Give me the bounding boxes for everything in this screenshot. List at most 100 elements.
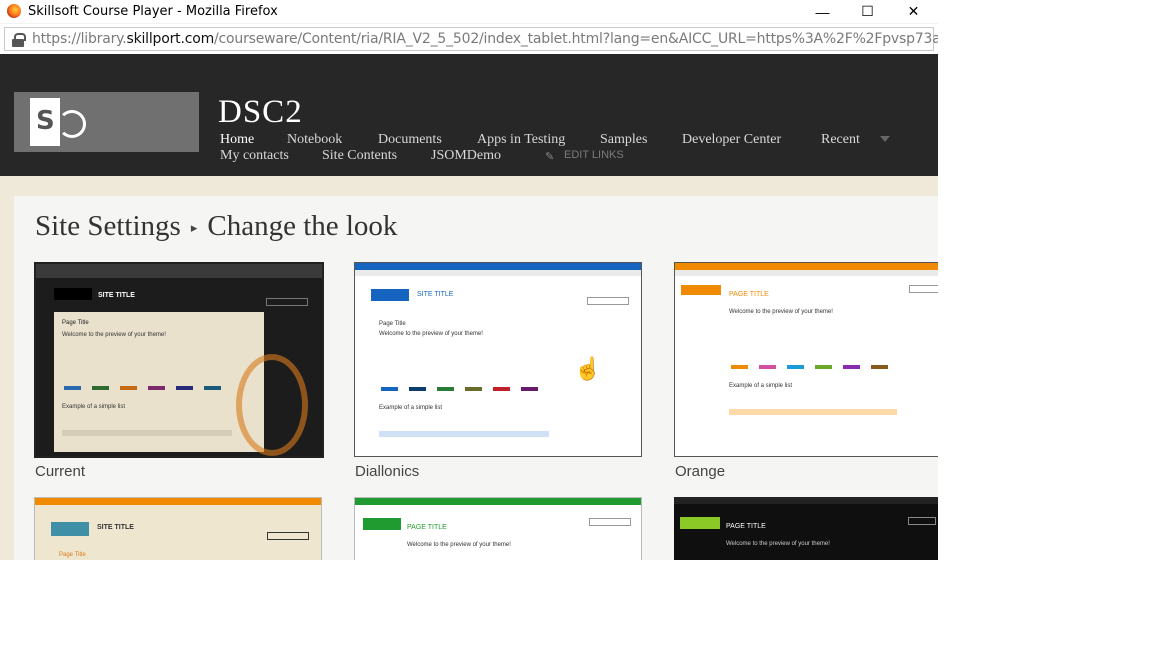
- nav-jsomdemo[interactable]: JSOMDemo: [431, 148, 501, 164]
- breadcrumb-parent[interactable]: Site Settings: [35, 210, 181, 242]
- nav-notebook[interactable]: Notebook: [287, 132, 342, 148]
- thumb-swatch: [148, 386, 165, 390]
- theme-name-current[interactable]: Current: [35, 463, 85, 480]
- breadcrumb: Site Settings ▸ Change the look: [35, 210, 397, 243]
- thumb-logo: [680, 517, 720, 529]
- minimize-button[interactable]: —: [800, 0, 845, 23]
- thumb-swatch: [204, 386, 221, 390]
- theme-name-orange[interactable]: Orange: [675, 463, 725, 480]
- thumb-welcome: Welcome to the preview of your theme!: [407, 542, 511, 548]
- maximize-button[interactable]: ☐: [845, 0, 890, 23]
- address-bar[interactable]: https://library.skillport.com/courseware…: [0, 24, 938, 54]
- share-icon: [58, 110, 86, 138]
- thumb-topbar: [674, 497, 938, 504]
- thumb-subbar: [675, 270, 938, 276]
- nav-my-contacts[interactable]: My contacts: [220, 148, 289, 164]
- thumb-search: [266, 298, 308, 306]
- thumb-search: [908, 517, 936, 525]
- nav-samples[interactable]: Samples: [600, 132, 647, 148]
- thumb-logo: [54, 288, 92, 300]
- thumb-topbar: [355, 263, 641, 270]
- nav-site-contents[interactable]: Site Contents: [322, 148, 397, 164]
- close-button[interactable]: ✕: [891, 0, 936, 23]
- breadcrumb-separator: ▸: [190, 220, 198, 236]
- thumb-swatch: [843, 365, 860, 369]
- window-title: Skillsoft Course Player - Mozilla Firefo…: [28, 4, 278, 19]
- thumb-site-title: SITE TITLE: [97, 524, 134, 531]
- thumb-logo: [51, 522, 89, 536]
- sharepoint-logo[interactable]: S: [14, 92, 199, 152]
- thumb-welcome: Welcome to the preview of your theme!: [379, 331, 483, 337]
- thumb-page-title: Page Title: [62, 320, 89, 326]
- thumb-logo: [371, 289, 409, 301]
- thumb-swatch: [176, 386, 193, 390]
- thumb-row-selected: [729, 409, 897, 415]
- thumb-swatch: [731, 365, 748, 369]
- thumb-topbar: [355, 498, 641, 505]
- thumb-site-title: SITE TITLE: [417, 291, 454, 298]
- logo-letter: S: [36, 106, 55, 136]
- thumb-swatch: [409, 387, 426, 391]
- thumb-welcome: Welcome to the preview of your theme!: [62, 332, 166, 338]
- thumb-swatch: [521, 387, 538, 391]
- theme-thumbnail-current[interactable]: SITE TITLE Page Title Welcome to the pre…: [34, 262, 324, 458]
- thumb-swatch: [871, 365, 888, 369]
- thumb-subbar: [355, 270, 641, 276]
- url-prefix: https://library.: [32, 31, 127, 47]
- theme-thumbnail-5[interactable]: PAGE TITLE Welcome to the preview of you…: [354, 497, 642, 560]
- thumb-topbar: [675, 263, 938, 270]
- thumb-swatch: [493, 387, 510, 391]
- thumb-search: [909, 285, 938, 293]
- thumb-page-title: Page Title: [379, 321, 406, 327]
- edit-links[interactable]: EDIT LINKS: [564, 149, 624, 161]
- thumb-page-title: Page Title: [59, 552, 86, 558]
- browser-window: Skillsoft Course Player - Mozilla Firefo…: [0, 0, 938, 560]
- thumb-logo: [681, 285, 721, 295]
- firefox-icon: [7, 4, 21, 18]
- thumb-page-title: PAGE TITLE: [726, 523, 766, 530]
- nav-developer-center[interactable]: Developer Center: [682, 132, 781, 148]
- nav-home[interactable]: Home: [220, 132, 254, 148]
- thumb-logo: [363, 518, 401, 530]
- thumb-swatch: [759, 365, 776, 369]
- thumb-swatch: [64, 386, 81, 390]
- thumb-search: [589, 518, 631, 526]
- thumb-search: [267, 532, 309, 540]
- nav-recent[interactable]: Recent: [821, 132, 860, 148]
- pencil-icon: ✎: [545, 151, 555, 163]
- thumb-swatch: [787, 365, 804, 369]
- thumb-site-title: SITE TITLE: [98, 292, 135, 299]
- thumb-welcome: Welcome to the preview of your theme!: [729, 309, 833, 315]
- thumb-page-title: PAGE TITLE: [407, 524, 447, 531]
- thumb-swatch: [381, 387, 398, 391]
- thumb-topbar: [35, 498, 321, 505]
- nav-apps-in-testing[interactable]: Apps in Testing: [477, 132, 565, 148]
- thumb-decoration: [236, 354, 308, 456]
- thumb-welcome: Welcome to the preview of your theme!: [726, 541, 830, 547]
- hand-cursor-icon: ☝: [574, 356, 602, 381]
- thumb-swatch: [815, 365, 832, 369]
- page-title: Change the look: [207, 210, 398, 242]
- thumb-example-list: Example of a simple list: [62, 404, 126, 410]
- thumb-page-title: PAGE TITLE: [729, 291, 769, 298]
- site-title[interactable]: DSC2: [218, 94, 303, 131]
- thumb-topbar: [36, 264, 322, 278]
- thumb-search: [587, 297, 629, 305]
- theme-name-diallonics[interactable]: Diallonics: [355, 463, 419, 480]
- thumb-swatch: [92, 386, 109, 390]
- url-text[interactable]: https://library.skillport.com/courseware…: [32, 31, 938, 47]
- sharepoint-header: S DSC2 Home Notebook Documents Apps in T…: [0, 54, 938, 176]
- theme-thumbnail-6[interactable]: PAGE TITLE Welcome to the preview of you…: [674, 497, 938, 560]
- nav-documents[interactable]: Documents: [378, 132, 442, 148]
- url-field[interactable]: https://library.skillport.com/courseware…: [4, 27, 938, 51]
- thumb-row-selected: [379, 431, 549, 437]
- thumb-swatch: [465, 387, 482, 391]
- theme-thumbnail-orange[interactable]: PAGE TITLE Welcome to the preview of you…: [674, 262, 938, 457]
- lock-icon-body: [12, 39, 24, 47]
- recent-dropdown-icon[interactable]: [880, 136, 890, 142]
- theme-thumbnail-4[interactable]: SITE TITLE Page Title: [34, 497, 322, 560]
- thumb-swatch: [120, 386, 137, 390]
- url-rest: /courseware/Content/ria/RIA_V2_5_502/ind…: [214, 31, 938, 47]
- thumb-example-list: Example of a simple list: [729, 383, 793, 389]
- title-bar: Skillsoft Course Player - Mozilla Firefo…: [0, 0, 938, 23]
